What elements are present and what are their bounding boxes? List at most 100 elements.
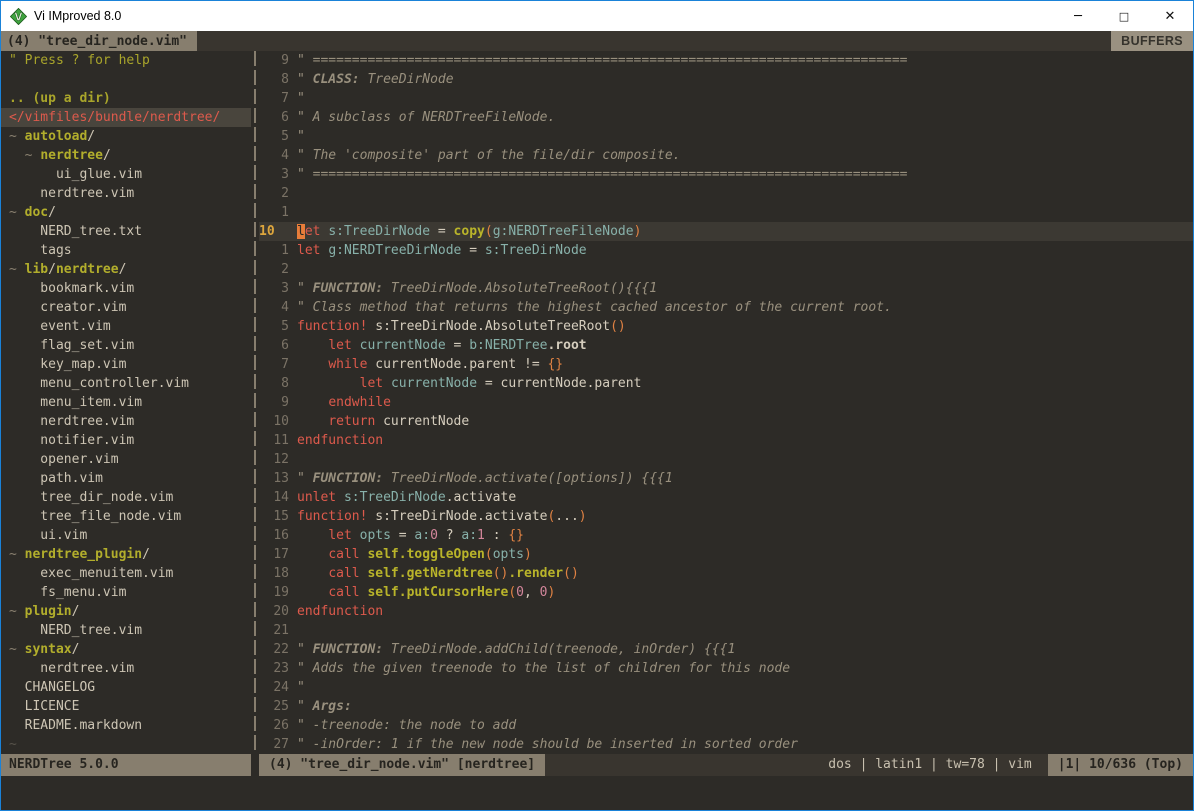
code-text: unlet s:TreeDirNode.activate xyxy=(289,488,516,507)
code-line[interactable]: 7 while currentNode.parent != {} xyxy=(259,355,1193,374)
code-line[interactable]: 17 call self.toggleOpen(opts) xyxy=(259,545,1193,564)
tree-line[interactable]: exec_menuitem.vim xyxy=(1,564,251,583)
tree-line[interactable]: </vimfiles/bundle/nerdtree/ xyxy=(1,108,251,127)
tree-line[interactable]: menu_controller.vim xyxy=(1,374,251,393)
tree-line[interactable]: ~ syntax/ xyxy=(1,640,251,659)
tree-line[interactable]: bookmark.vim xyxy=(1,279,251,298)
tree-line[interactable]: fs_menu.vim xyxy=(1,583,251,602)
code-line[interactable]: 3" =====================================… xyxy=(259,165,1193,184)
code-line[interactable]: 10 return currentNode xyxy=(259,412,1193,431)
tree-line[interactable]: key_map.vim xyxy=(1,355,251,374)
syntax-segment-fg: currentNode.parent != xyxy=(367,357,547,372)
tree-line[interactable]: CHANGELOG xyxy=(1,678,251,697)
code-line[interactable]: 2 xyxy=(259,184,1193,203)
syntax-segment-tilde: ~ xyxy=(9,737,17,752)
tree-line[interactable]: menu_item.vim xyxy=(1,393,251,412)
code-line[interactable]: 8" CLASS: TreeDirNode xyxy=(259,70,1193,89)
code-line[interactable]: 5function! s:TreeDirNode.AbsoluteTreeRoo… xyxy=(259,317,1193,336)
code-line[interactable]: 20endfunction xyxy=(259,602,1193,621)
syntax-segment-kw: endfunction xyxy=(297,604,383,619)
code-line[interactable]: 21 xyxy=(259,621,1193,640)
code-line[interactable]: 16 let opts = a:0 ? a:1 : {} xyxy=(259,526,1193,545)
minimize-button[interactable]: ─ xyxy=(1055,1,1101,31)
close-button[interactable]: ✕ xyxy=(1147,1,1193,31)
command-line[interactable] xyxy=(1,776,1193,810)
tree-line[interactable]: .. (up a dir) xyxy=(1,89,251,108)
tree-line[interactable]: " Press ? for help xyxy=(1,51,251,70)
maximize-button[interactable]: □ xyxy=(1101,1,1147,31)
tree-line[interactable]: nerdtree.vim xyxy=(1,184,251,203)
syntax-segment-file: tree_dir_node.vim xyxy=(9,490,173,505)
tree-line[interactable]: nerdtree.vim xyxy=(1,659,251,678)
syntax-segment-cmb: FUNCTION: xyxy=(313,471,383,486)
code-line[interactable]: 1let g:NERDTreeDirNode = s:TreeDirNode xyxy=(259,241,1193,260)
code-line[interactable]: 23" Adds the given treenode to the list … xyxy=(259,659,1193,678)
code-line[interactable]: 12 xyxy=(259,450,1193,469)
code-line[interactable]: 9 endwhile xyxy=(259,393,1193,412)
tree-line[interactable]: flag_set.vim xyxy=(1,336,251,355)
code-line[interactable]: 9" =====================================… xyxy=(259,51,1193,70)
code-line[interactable]: 6 let currentNode = b:NERDTree.root xyxy=(259,336,1193,355)
syntax-segment-kw: return xyxy=(328,414,375,429)
tree-line[interactable]: tree_file_node.vim xyxy=(1,507,251,526)
editor-panel[interactable]: 9" =====================================… xyxy=(259,51,1193,754)
line-number: 9 xyxy=(259,393,289,412)
tree-line[interactable]: NERD_tree.vim xyxy=(1,621,251,640)
code-line[interactable]: 6" A subclass of NERDTreeFileNode. xyxy=(259,108,1193,127)
code-line[interactable]: 19 call self.putCursorHere(0, 0) xyxy=(259,583,1193,602)
tree-line[interactable] xyxy=(1,70,251,89)
tree-line[interactable]: ~ autoload/ xyxy=(1,127,251,146)
syntax-segment-file: CHANGELOG xyxy=(9,680,95,695)
code-text: " Class method that returns the highest … xyxy=(289,298,892,317)
syntax-segment-dir: autoload xyxy=(25,129,88,144)
tree-line[interactable]: ~ doc/ xyxy=(1,203,251,222)
code-line[interactable]: 8 let currentNode = currentNode.parent xyxy=(259,374,1193,393)
tree-line[interactable]: opener.vim xyxy=(1,450,251,469)
code-line[interactable]: 11endfunction xyxy=(259,431,1193,450)
code-line[interactable]: 4" Class method that returns the highest… xyxy=(259,298,1193,317)
tree-line[interactable]: nerdtree.vim xyxy=(1,412,251,431)
syntax-segment-cmb: Args: xyxy=(313,699,352,714)
code-line[interactable]: 5" xyxy=(259,127,1193,146)
code-line[interactable]: 27" -inOrder: 1 if the new node should b… xyxy=(259,735,1193,754)
tree-line[interactable]: ~ lib/nerdtree/ xyxy=(1,260,251,279)
tree-line[interactable]: ~ xyxy=(1,735,251,754)
tree-line[interactable]: tags xyxy=(1,241,251,260)
code-line[interactable]: 2 xyxy=(259,260,1193,279)
tree-line[interactable]: tree_dir_node.vim xyxy=(1,488,251,507)
tree-line[interactable]: path.vim xyxy=(1,469,251,488)
tree-line[interactable]: ui.vim xyxy=(1,526,251,545)
code-line[interactable]: 10let s:TreeDirNode = copy(g:NERDTreeFil… xyxy=(259,222,1193,241)
tree-line[interactable]: notifier.vim xyxy=(1,431,251,450)
code-line[interactable]: 26" -treenode: the node to add xyxy=(259,716,1193,735)
tree-line[interactable]: ~ nerdtree_plugin/ xyxy=(1,545,251,564)
code-line[interactable]: 24" xyxy=(259,678,1193,697)
syntax-segment-cm: " xyxy=(297,471,313,486)
syntax-segment-fg: : xyxy=(485,528,508,543)
nerdtree-panel[interactable]: " Press ? for help .. (up a dir)</vimfile… xyxy=(1,51,251,754)
code-line[interactable]: 7" xyxy=(259,89,1193,108)
syntax-segment-cmb: FUNCTION: xyxy=(313,642,383,657)
code-line[interactable]: 22" FUNCTION: TreeDirNode.addChild(treen… xyxy=(259,640,1193,659)
code-line[interactable]: 13" FUNCTION: TreeDirNode.activate([opti… xyxy=(259,469,1193,488)
code-text: " Adds the given treenode to the list of… xyxy=(289,659,790,678)
tree-line[interactable]: ui_glue.vim xyxy=(1,165,251,184)
syntax-segment-br: ) xyxy=(579,509,587,524)
tree-line[interactable]: LICENCE xyxy=(1,697,251,716)
code-line[interactable]: 3" FUNCTION: TreeDirNode.AbsoluteTreeRoo… xyxy=(259,279,1193,298)
code-line[interactable]: 14unlet s:TreeDirNode.activate xyxy=(259,488,1193,507)
tree-line[interactable]: creator.vim xyxy=(1,298,251,317)
code-line[interactable]: 4" The 'composite' part of the file/dir … xyxy=(259,146,1193,165)
code-line[interactable]: 15function! s:TreeDirNode.activate(...) xyxy=(259,507,1193,526)
tab-tree-dir-node[interactable]: (4) "tree_dir_node.vim" xyxy=(1,31,197,51)
tree-line[interactable]: ~ nerdtree/ xyxy=(1,146,251,165)
tree-line[interactable]: NERD_tree.txt xyxy=(1,222,251,241)
tree-line[interactable]: README.markdown xyxy=(1,716,251,735)
code-line[interactable]: 18 call self.getNerdtree().render() xyxy=(259,564,1193,583)
code-line[interactable]: 25" Args: xyxy=(259,697,1193,716)
tree-line[interactable]: event.vim xyxy=(1,317,251,336)
syntax-segment-id: s:TreeDirNode xyxy=(328,224,430,239)
tree-line[interactable]: ~ plugin/ xyxy=(1,602,251,621)
code-line[interactable]: 1 xyxy=(259,203,1193,222)
syntax-segment-br: ) xyxy=(547,585,555,600)
